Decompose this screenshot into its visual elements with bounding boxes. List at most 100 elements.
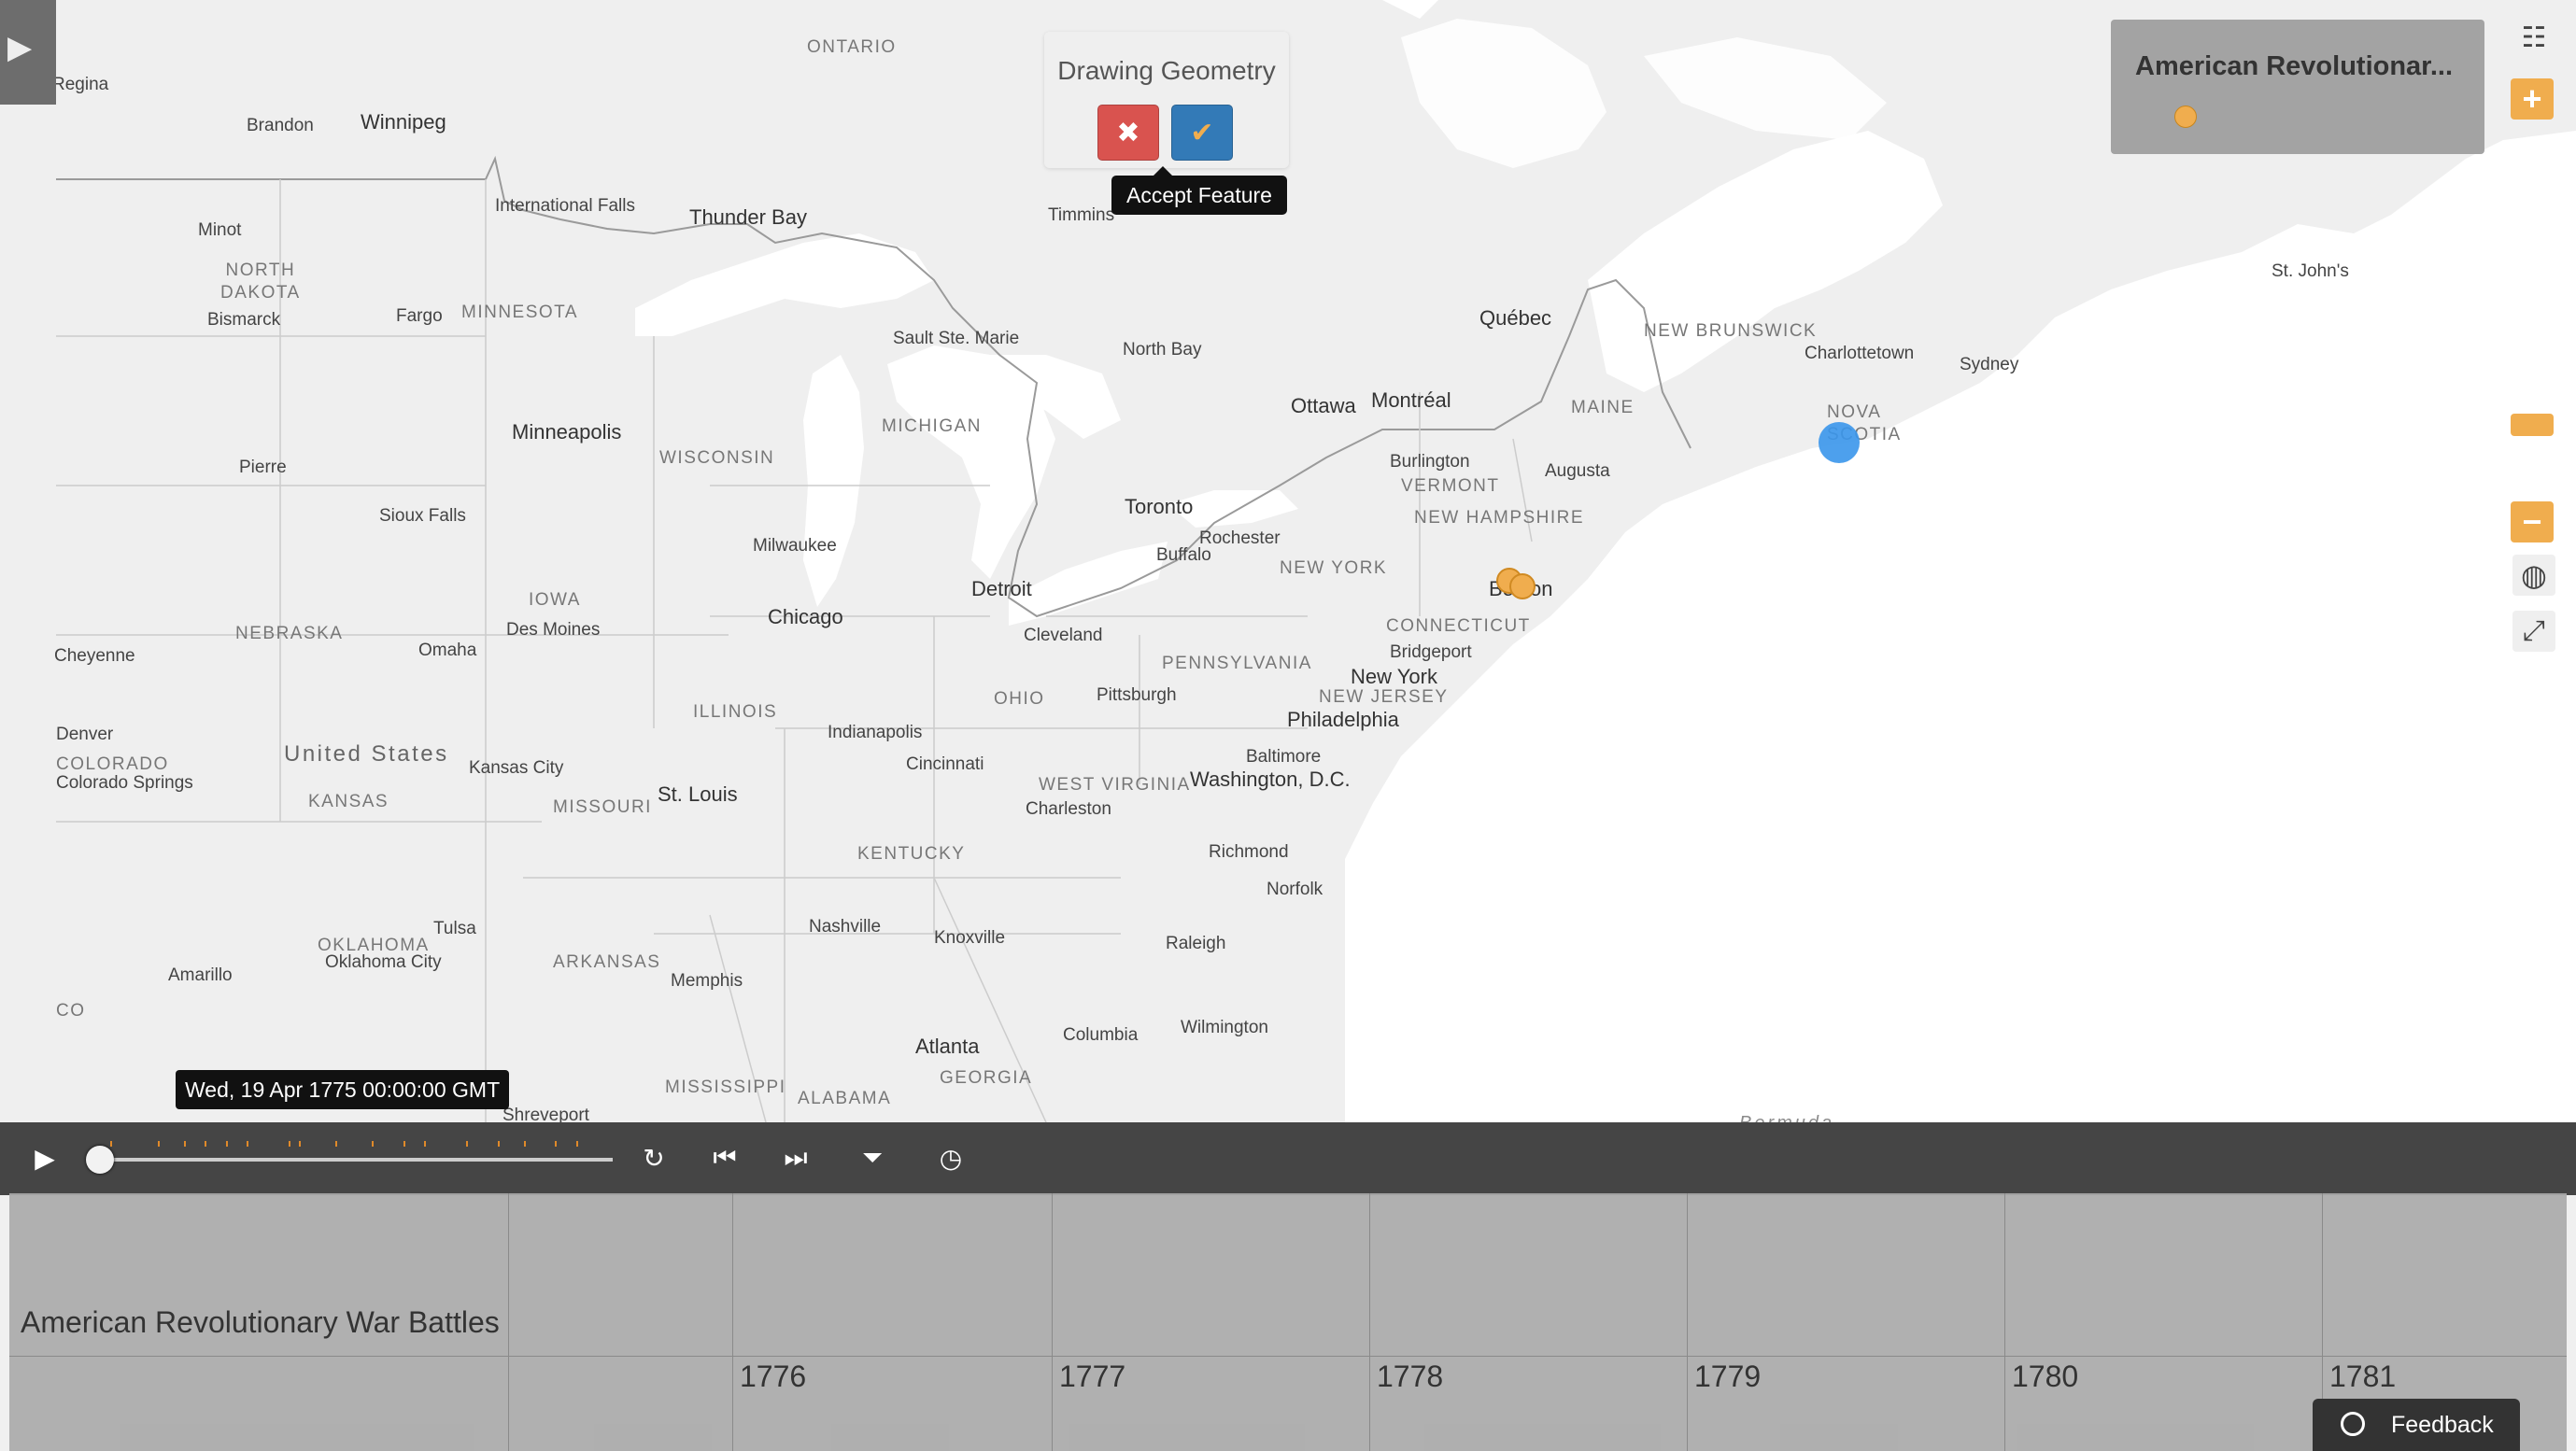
- map-label-tulsa: Tulsa: [433, 919, 476, 938]
- event-tick: [225, 1141, 228, 1147]
- map-label-chicago: Chicago: [768, 605, 843, 628]
- clock-icon: ◷: [939, 1143, 963, 1173]
- map-label-shreveport: Shreveport: [502, 1106, 589, 1122]
- accept-feature-button[interactable]: ✔: [1171, 105, 1233, 161]
- layer-list-button[interactable]: ☷: [2512, 17, 2555, 58]
- map-label-united-states: United States: [284, 741, 449, 767]
- map-label-oklahoma-city: Oklahoma City: [325, 952, 442, 972]
- legend-panel[interactable]: American Revolutionar...: [2111, 20, 2484, 154]
- map-label-philadelphia: Philadelphia: [1287, 708, 1399, 731]
- event-tick: [205, 1141, 207, 1147]
- timeline-gridline: [1369, 1193, 1370, 1451]
- map-label-new-jersey: NEW JERSEY: [1319, 687, 1449, 707]
- map-label-minnesota: MINNESOTA: [461, 303, 579, 322]
- map-view[interactable]: ONTARIO Regina Brandon Winnipeg Internat…: [0, 0, 2576, 1122]
- timeline-year-label: 1779: [1694, 1359, 1762, 1393]
- event-tick: [372, 1141, 375, 1147]
- map-label-memphis: Memphis: [671, 971, 743, 991]
- legend-marker-icon: [2174, 106, 2197, 128]
- map-label-pennsylvania: PENNSYLVANIA: [1162, 654, 1312, 673]
- map-label-bismarck: Bismarck: [207, 310, 281, 330]
- timeline-gridline: [1687, 1193, 1688, 1451]
- map-label-kansas-city: Kansas City: [469, 758, 564, 778]
- basemap-globe-button[interactable]: ◍: [2512, 555, 2555, 596]
- previous-icon: ⏮: [713, 1142, 737, 1172]
- map-label-montreal: Montréal: [1371, 388, 1451, 412]
- map-label-fargo: Fargo: [396, 306, 443, 326]
- event-tick: [523, 1141, 526, 1147]
- map-label-vermont: VERMONT: [1401, 476, 1500, 496]
- map-label-new-mexico-edge: CO: [56, 1001, 86, 1021]
- map-label-new-york-city: New York: [1351, 665, 1437, 688]
- map-label-new-brunswick: NEW BRUNSWICK: [1644, 321, 1818, 341]
- map-label-brandon: Brandon: [247, 116, 314, 135]
- timeline-year-label: 1777: [1059, 1359, 1126, 1393]
- timeline-layer-label: American Revolutionary War Battles: [21, 1305, 500, 1339]
- battle-marker[interactable]: [1509, 573, 1536, 599]
- map-label-new-hampshire: NEW HAMPSHIRE: [1414, 508, 1585, 528]
- event-tick: [575, 1141, 578, 1147]
- map-label-atlanta: Atlanta: [915, 1035, 980, 1058]
- map-label-sydney: Sydney: [1960, 355, 2019, 374]
- filter-button[interactable]: ⏷: [854, 1139, 891, 1176]
- map-label-washington: Washington, D.C.: [1190, 768, 1351, 791]
- map-label-pittsburgh: Pittsburgh: [1097, 685, 1177, 705]
- next-button[interactable]: ⏭: [777, 1139, 814, 1176]
- timeline-gridline: [1052, 1193, 1053, 1451]
- map-label-buffalo: Buffalo: [1156, 545, 1211, 565]
- play-button[interactable]: ▶: [26, 1139, 64, 1176]
- map-label-regina: Regina: [52, 75, 109, 94]
- map-label-kentucky: KENTUCKY: [857, 844, 966, 864]
- drawing-geometry-panel: Drawing Geometry ✖ ✔: [1044, 32, 1289, 168]
- map-label-missouri: MISSOURI: [553, 797, 652, 817]
- map-label-iowa: IOWA: [529, 590, 581, 610]
- map-label-raleigh: Raleigh: [1166, 934, 1226, 953]
- map-label-timmins: Timmins: [1048, 205, 1115, 225]
- event-tick: [183, 1141, 186, 1147]
- clock-button[interactable]: ◷: [932, 1139, 970, 1176]
- zoom-level-tab[interactable]: [2511, 414, 2554, 436]
- zoom-in-button[interactable]: +: [2511, 78, 2554, 120]
- event-tick: [299, 1141, 301, 1147]
- map-label-nashville: Nashville: [809, 917, 882, 937]
- map-label-omaha: Omaha: [418, 641, 477, 660]
- sidebar-toggle-button[interactable]: ▶: [0, 0, 56, 105]
- map-label-bridgeport: Bridgeport: [1390, 642, 1472, 662]
- timeline-panel[interactable]: American Revolutionary War Battles 1776 …: [9, 1193, 2567, 1451]
- map-label-charleston: Charleston: [1026, 799, 1111, 819]
- previous-button[interactable]: ⏮: [706, 1139, 743, 1176]
- time-slider-handle[interactable]: [86, 1146, 115, 1174]
- legend-title: American Revolutionar...: [2135, 51, 2454, 81]
- timeline-year-label: 1778: [1377, 1359, 1444, 1393]
- map-label-alabama: ALABAMA: [798, 1089, 892, 1108]
- zoom-out-button[interactable]: −: [2511, 501, 2554, 542]
- drawn-point-marker[interactable]: [1819, 422, 1860, 463]
- map-label-georgia: GEORGIA: [940, 1068, 1033, 1088]
- list-icon: ☷: [2521, 21, 2547, 53]
- map-label-nebraska: NEBRASKA: [235, 624, 344, 643]
- map-label-michigan: MICHIGAN: [882, 416, 982, 436]
- map-label-milwaukee: Milwaukee: [753, 536, 837, 556]
- feedback-button[interactable]: Feedback: [2313, 1399, 2520, 1451]
- map-label-colorado-springs: Colorado Springs: [56, 773, 193, 793]
- event-tick: [110, 1141, 113, 1147]
- map-label-cincinnati: Cincinnati: [906, 754, 984, 774]
- reload-button[interactable]: ↻: [635, 1139, 672, 1176]
- map-label-rochester: Rochester: [1199, 528, 1281, 548]
- map-label-st-johns: St. John's: [2272, 261, 2349, 281]
- timeline-divider: [508, 1193, 509, 1451]
- map-label-richmond: Richmond: [1209, 842, 1289, 862]
- check-icon: ✔: [1190, 117, 1214, 148]
- feedback-label: Feedback: [2391, 1412, 2494, 1438]
- time-slider-track[interactable]: [90, 1158, 613, 1162]
- cancel-feature-button[interactable]: ✖: [1097, 105, 1159, 161]
- map-label-ontario: ONTARIO: [807, 37, 897, 57]
- map-label-arkansas: ARKANSAS: [553, 952, 661, 972]
- event-tick: [555, 1141, 558, 1147]
- map-label-illinois: ILLINOIS: [693, 702, 778, 722]
- map-label-detroit: Detroit: [971, 577, 1032, 600]
- map-label-minot: Minot: [198, 220, 242, 240]
- fullscreen-button[interactable]: ⤢: [2512, 611, 2555, 652]
- event-tick: [424, 1141, 427, 1147]
- map-label-cheyenne: Cheyenne: [54, 646, 135, 666]
